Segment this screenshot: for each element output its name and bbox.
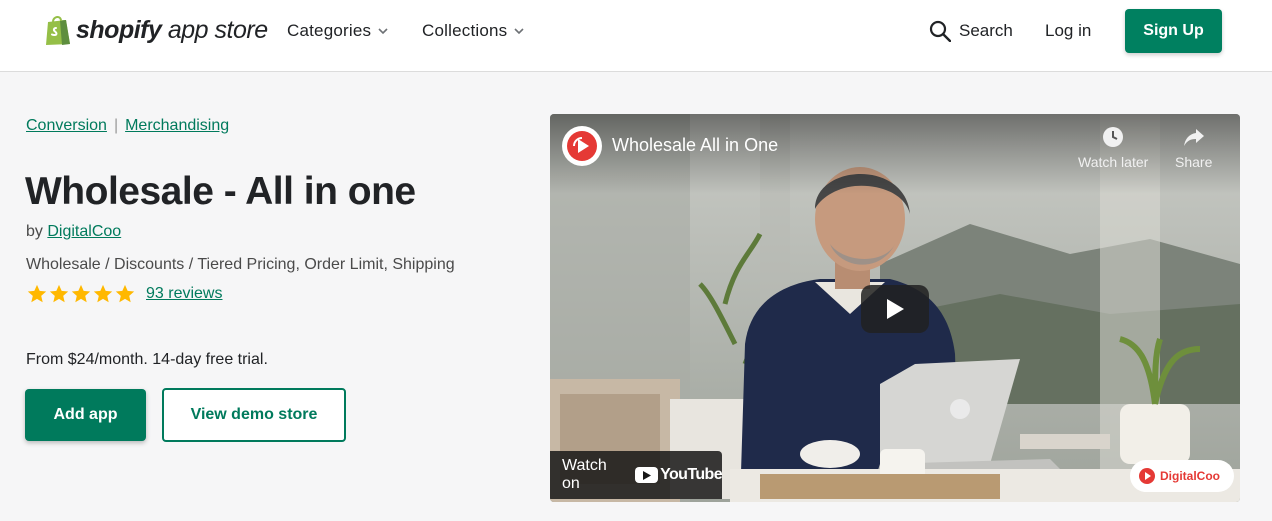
login-link[interactable]: Log in bbox=[1045, 21, 1091, 41]
youtube-play-icon bbox=[635, 467, 659, 483]
nav-collections[interactable]: Collections bbox=[422, 21, 524, 41]
logo-brand: shopify bbox=[76, 16, 162, 44]
star-icon bbox=[49, 284, 69, 303]
app-title: Wholesale - All in one bbox=[25, 170, 416, 213]
shopify-app-store-logo[interactable]: shopify app store bbox=[44, 14, 268, 46]
search-label: Search bbox=[959, 21, 1013, 40]
developer-byline: by DigitalCoo bbox=[26, 223, 121, 241]
video-player[interactable]: Wholesale All in One Watch later Share W… bbox=[550, 114, 1240, 502]
logo-suffix: app store bbox=[167, 16, 268, 44]
breadcrumb-conversion[interactable]: Conversion bbox=[26, 117, 107, 135]
watch-later-button[interactable]: Watch later bbox=[1078, 126, 1148, 170]
breadcrumb-merchandising[interactable]: Merchandising bbox=[125, 117, 229, 135]
signup-button[interactable]: Sign Up bbox=[1125, 9, 1222, 53]
app-tags: Wholesale / Discounts / Tiered Pricing, … bbox=[26, 256, 455, 273]
star-icon bbox=[27, 284, 47, 303]
watch-later-label: Watch later bbox=[1078, 154, 1149, 170]
nav-categories[interactable]: Categories bbox=[287, 21, 388, 41]
view-demo-store-button[interactable]: View demo store bbox=[162, 388, 346, 442]
star-icon bbox=[71, 284, 91, 303]
search-button[interactable]: Search bbox=[929, 20, 1013, 42]
rating: 93 reviews bbox=[26, 283, 222, 305]
add-app-button[interactable]: Add app bbox=[25, 389, 146, 441]
play-button[interactable] bbox=[861, 285, 929, 333]
nav-categories-label: Categories bbox=[287, 21, 372, 40]
channel-avatar[interactable] bbox=[562, 126, 602, 166]
star-icon bbox=[93, 284, 113, 303]
video-watermark[interactable]: DigitalCoo bbox=[1130, 460, 1234, 492]
top-header: shopify app store Categories Collections… bbox=[0, 0, 1272, 72]
share-label: Share bbox=[1175, 154, 1213, 170]
breadcrumb-separator: | bbox=[113, 117, 119, 134]
clock-icon bbox=[1103, 127, 1124, 147]
pricing-text: From $24/month. 14-day free trial. bbox=[26, 351, 268, 368]
chevron-down-icon bbox=[378, 28, 388, 35]
youtube-label: YouTube bbox=[660, 466, 722, 483]
shopify-bag-icon bbox=[46, 16, 70, 45]
share-icon bbox=[1183, 129, 1204, 146]
chevron-down-icon bbox=[514, 28, 524, 35]
digitalcoo-logo-icon bbox=[1139, 468, 1155, 484]
nav-collections-label: Collections bbox=[422, 21, 508, 40]
digitalcoo-logo-icon bbox=[567, 131, 597, 161]
watch-on-label: Watch on bbox=[562, 457, 607, 492]
search-icon bbox=[929, 20, 951, 42]
reviews-link[interactable]: 93 reviews bbox=[146, 285, 222, 303]
byline-prefix: by bbox=[26, 223, 43, 240]
breadcrumb: Conversion | Merchandising bbox=[26, 117, 229, 135]
watermark-label: DigitalCoo bbox=[1160, 469, 1220, 483]
watch-on-youtube-button[interactable]: Watch on YouTube bbox=[550, 451, 723, 499]
share-button[interactable]: Share bbox=[1175, 126, 1212, 170]
developer-link[interactable]: DigitalCoo bbox=[47, 223, 121, 240]
play-icon bbox=[887, 299, 904, 319]
video-title[interactable]: Wholesale All in One bbox=[612, 135, 778, 156]
star-icon bbox=[115, 284, 135, 303]
youtube-logo: YouTube bbox=[635, 466, 723, 484]
star-rating bbox=[26, 283, 136, 305]
